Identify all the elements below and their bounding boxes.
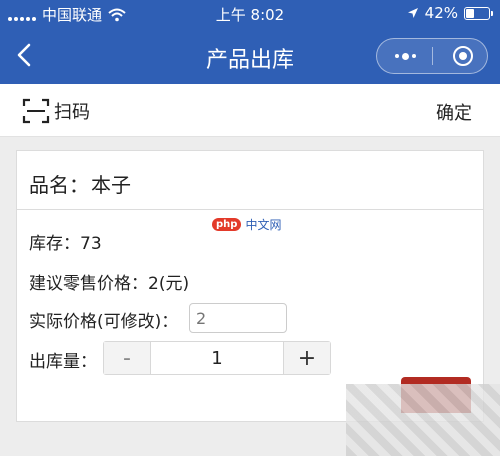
decrease-button[interactable]: -	[104, 342, 151, 374]
scan-button[interactable]: 扫码	[22, 98, 90, 124]
watermark: php 中文网	[212, 216, 281, 233]
stock-value: 73	[80, 234, 102, 254]
toolbar: 扫码 确定	[0, 84, 500, 137]
scan-label: 扫码	[54, 102, 90, 123]
watermark-php: php	[212, 218, 242, 231]
scan-icon	[22, 98, 50, 124]
battery-icon	[464, 6, 493, 20]
close-circle-icon[interactable]	[453, 46, 473, 66]
stock-row: 库存：73	[29, 229, 102, 254]
capsule-divider	[432, 47, 433, 65]
actual-price-input[interactable]	[189, 303, 287, 333]
blurred-region	[346, 384, 500, 456]
suggested-price-value: 2(元)	[148, 274, 190, 294]
increase-button[interactable]: +	[283, 342, 330, 374]
stock-label: 库存：	[29, 234, 80, 254]
actual-price-label: 实际价格(可修改)：	[29, 312, 179, 332]
more-icon[interactable]	[389, 39, 421, 73]
product-name-label: 品名：	[29, 173, 89, 197]
location-arrow-icon	[407, 8, 418, 18]
suggested-price-label: 建议零售价格：	[29, 274, 148, 294]
nav-bar: 产品出库	[0, 28, 500, 84]
battery-percent: 42%	[424, 4, 458, 22]
status-bar: 中国联通 上午 8:02 42%	[0, 0, 500, 28]
product-card: 品名： 本子 库存：73 建议零售价格：2(元) 实际价格(可修改)： 出库量：…	[16, 150, 484, 422]
product-name-value: 本子	[91, 173, 131, 197]
watermark-text: 中文网	[245, 218, 282, 232]
status-right: 42%	[407, 4, 493, 22]
product-name-row: 品名： 本子	[17, 151, 483, 210]
quantity-value[interactable]: 1	[151, 342, 283, 374]
mini-program-capsule	[376, 38, 488, 74]
confirm-button[interactable]: 确定	[436, 99, 472, 125]
quantity-label: 出库量：	[29, 352, 97, 372]
suggested-price-row: 建议零售价格：2(元)	[29, 269, 189, 294]
quantity-stepper: - 1 +	[103, 341, 331, 375]
